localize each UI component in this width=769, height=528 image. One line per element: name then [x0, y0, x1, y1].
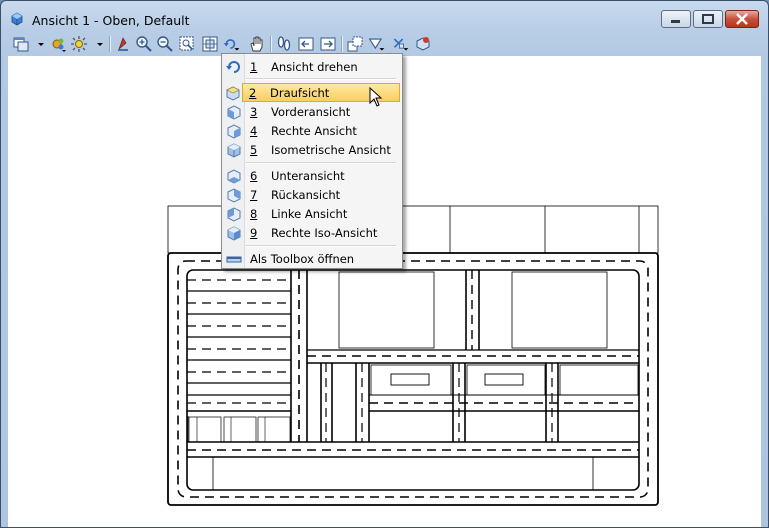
minimize-icon [671, 20, 680, 23]
dropdown-arrow-icon [97, 43, 103, 46]
next-view-icon [320, 37, 336, 51]
toolbar-separator [270, 36, 272, 52]
toolbox-icon [226, 256, 242, 263]
rotate-view-button[interactable] [223, 35, 245, 53]
render-icon [416, 37, 430, 51]
walk-icon [277, 36, 291, 51]
zoom-in-button[interactable] [135, 35, 153, 53]
view-attributes-dropdown[interactable] [32, 35, 44, 53]
copy-view-icon [347, 36, 363, 52]
window-area-icon [179, 36, 194, 51]
zoom-in-icon [136, 36, 152, 52]
copy-view-button[interactable] [346, 35, 364, 53]
iso-view-cube-icon [227, 143, 241, 158]
back-view-cube-icon [227, 188, 241, 203]
bottom-view-cube-icon [227, 169, 241, 184]
rotate-view-icon [226, 61, 240, 73]
update-view-icon [118, 37, 128, 51]
close-button[interactable] [725, 10, 759, 28]
lighting-dropdown[interactable] [91, 35, 103, 53]
menu-item-rotate-view[interactable]: 1 Ansicht drehen [224, 57, 400, 76]
render-button[interactable] [414, 35, 432, 53]
minimize-button[interactable] [661, 10, 691, 28]
pan-view-icon [250, 36, 263, 52]
clip-mask-icon [393, 38, 409, 51]
menu-separator [246, 162, 396, 164]
dropdown-arrow-icon [38, 43, 44, 46]
title-bar[interactable]: Ansicht 1 - Oben, Default [1, 1, 768, 33]
walk-button[interactable] [275, 35, 293, 53]
maximize-icon [702, 14, 714, 24]
menu-item-open-as-toolbox[interactable]: Als Toolbox öffnen [224, 249, 400, 268]
top-view-cube-icon [226, 86, 240, 101]
left-view-cube-icon [227, 207, 241, 222]
view-toolbar [8, 33, 761, 55]
display-style-button[interactable] [49, 35, 67, 53]
window-title: Ansicht 1 - Oben, Default [32, 13, 190, 28]
pan-view-button[interactable] [248, 35, 266, 53]
display-style-icon [52, 38, 66, 52]
lighting-icon [71, 36, 87, 52]
menu-item-right-iso-view[interactable]: 9 Rechte Iso-Ansicht [224, 223, 400, 242]
menu-separator [246, 78, 396, 80]
menu-item-bottom-view[interactable]: 6 Unteransicht [224, 166, 400, 185]
previous-view-icon [298, 37, 314, 51]
front-view-cube-icon [227, 105, 241, 120]
previous-view-button[interactable] [297, 35, 315, 53]
view-rotation-menu: 1 Ansicht drehen 2 Draufsicht 3 Vorderan… [221, 53, 403, 269]
zoom-out-icon [157, 36, 173, 52]
update-view-button[interactable] [114, 35, 132, 53]
maximize-button[interactable] [693, 10, 723, 28]
right-iso-view-cube-icon [227, 226, 241, 241]
menu-item-left-view[interactable]: 8 Linke Ansicht [224, 204, 400, 223]
menu-separator [246, 245, 396, 247]
view-attributes-button[interactable] [12, 35, 30, 53]
toolbar-separator [341, 36, 343, 52]
next-view-button[interactable] [319, 35, 337, 53]
lighting-button[interactable] [70, 35, 88, 53]
menu-item-isometric-view[interactable]: 5 Isometrische Ansicht [224, 140, 400, 159]
clip-volume-button[interactable] [368, 35, 390, 53]
fit-view-button[interactable] [201, 35, 219, 53]
zoom-out-button[interactable] [156, 35, 174, 53]
close-icon [736, 13, 748, 25]
rotate-view-icon [223, 39, 240, 51]
view-attributes-icon [13, 37, 29, 52]
clip-mask-button[interactable] [392, 35, 414, 53]
window-area-button[interactable] [178, 35, 196, 53]
menu-item-right-view[interactable]: 4 Rechte Ansicht [224, 121, 400, 140]
menu-item-back-view[interactable]: 7 Rückansicht [224, 185, 400, 204]
toolbar-separator [109, 36, 111, 52]
fit-view-icon [202, 36, 218, 52]
right-view-cube-icon [227, 124, 241, 139]
clip-volume-icon [368, 38, 385, 51]
mouse-cursor-icon [369, 87, 383, 107]
view-window-icon [11, 12, 23, 26]
